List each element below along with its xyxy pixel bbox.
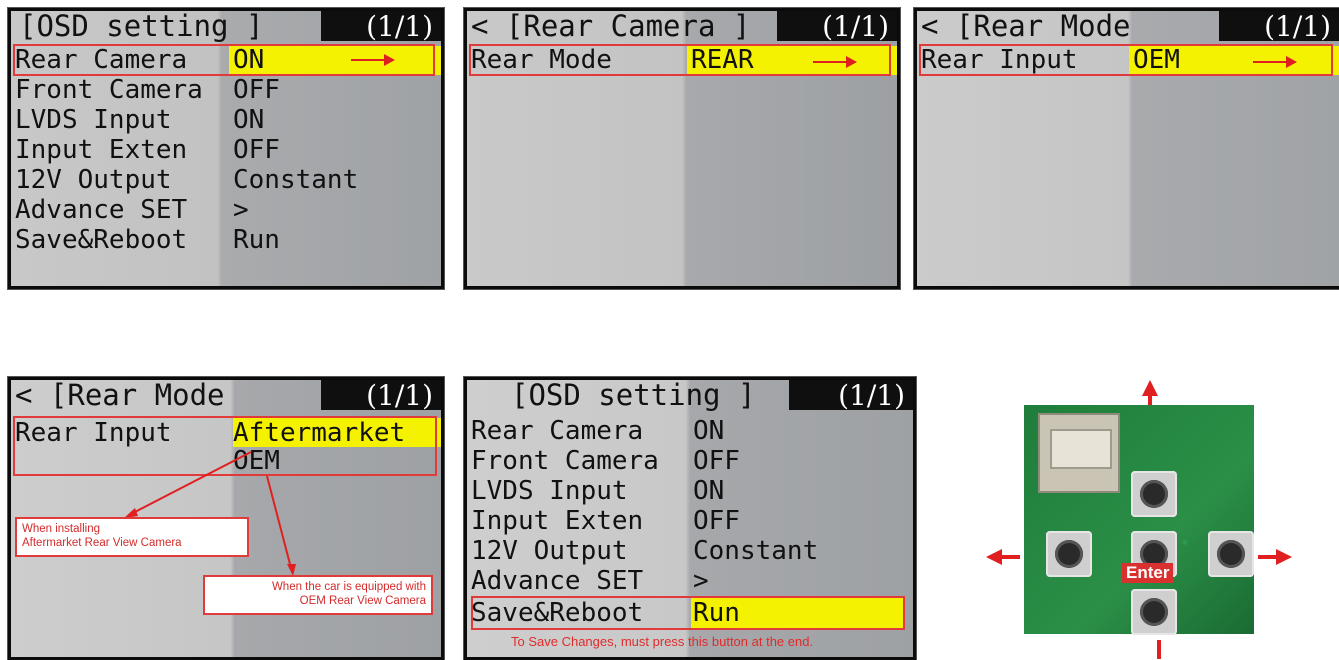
control-board: Enter (1024, 405, 1254, 635)
menu-row-save-reboot[interactable]: Save&Reboot Run (467, 598, 913, 629)
menu-row-save-reboot[interactable]: Save&Reboot Run (11, 225, 441, 256)
callout-aftermarket: When installing Aftermarket Rear View Ca… (15, 517, 249, 557)
menu-row-front-camera[interactable]: Front Camera OFF (467, 446, 913, 477)
menu-row-rear-input[interactable]: Rear Input OEM (917, 45, 1339, 76)
rear-mode-options-screen: < [Rear Mode ] (1/1) Rear Input Aftermar… (7, 376, 445, 660)
board-connector (1038, 413, 1120, 493)
menu-row-rear-mode[interactable]: Rear Mode REAR (467, 45, 897, 76)
page-indicator: (1/1) (1219, 11, 1339, 43)
page-indicator: (1/1) (777, 11, 897, 43)
menu-row-advance-set[interactable]: Advance SET > (11, 195, 441, 226)
menu-row-12v-output[interactable]: 12V Output Constant (467, 536, 913, 567)
left-arrowhead (986, 549, 1002, 565)
down-arrow-icon (1157, 640, 1161, 659)
screen-title: [OSD setting ] (19, 9, 264, 43)
screen-header: [OSD setting ] (1/1) (467, 380, 913, 414)
menu-row-input-exten[interactable]: Input Exten OFF (467, 506, 913, 537)
rear-mode-screen: < [Rear Mode ] (1/1) Rear Input OEM (913, 7, 1339, 290)
right-arrowhead (1276, 549, 1292, 565)
left-arrow-icon (1000, 555, 1020, 559)
up-button[interactable] (1131, 471, 1177, 517)
screen-title: [OSD setting ] (511, 378, 756, 412)
callout-oem: When the car is equipped with OEM Rear V… (203, 575, 433, 615)
osd-settings-save-screen: [OSD setting ] (1/1) Rear Camera ON Fron… (463, 376, 917, 660)
right-button[interactable] (1208, 531, 1254, 577)
menu-row-lvds-input[interactable]: LVDS Input ON (467, 476, 913, 507)
screen-title: < [Rear Mode ] (921, 9, 1253, 43)
menu-row-rear-camera[interactable]: Rear Camera ON (467, 416, 913, 447)
page-indicator: (1/1) (789, 380, 913, 412)
screen-header: < [Rear Camera ] (1/1) (467, 11, 897, 45)
menu-row-12v-output[interactable]: 12V Output Constant (11, 165, 441, 196)
screen-header: [OSD setting ] (1/1) (11, 11, 441, 45)
menu-row-advance-set[interactable]: Advance SET > (467, 566, 913, 597)
up-arrowhead (1142, 380, 1158, 396)
rear-camera-screen: < [Rear Camera ] (1/1) Rear Mode REAR (463, 7, 901, 290)
menu-row-lvds-input[interactable]: LVDS Input ON (11, 105, 441, 136)
menu-row-front-camera[interactable]: Front Camera OFF (11, 75, 441, 106)
down-button[interactable] (1131, 589, 1177, 635)
menu-row-input-exten[interactable]: Input Exten OFF (11, 135, 441, 166)
page-indicator: (1/1) (321, 11, 441, 43)
screen-title: < [Rear Camera ] (471, 9, 751, 43)
save-note: To Save Changes, must press this button … (511, 634, 814, 649)
screen-header: < [Rear Mode ] (1/1) (917, 11, 1339, 45)
left-button[interactable] (1046, 531, 1092, 577)
right-arrow-icon (1258, 555, 1278, 559)
menu-row-rear-camera[interactable]: Rear Camera ON (11, 45, 441, 76)
osd-settings-screen: [OSD setting ] (1/1) Rear Camera ON Fron… (7, 7, 445, 290)
enter-label: Enter (1122, 563, 1174, 583)
